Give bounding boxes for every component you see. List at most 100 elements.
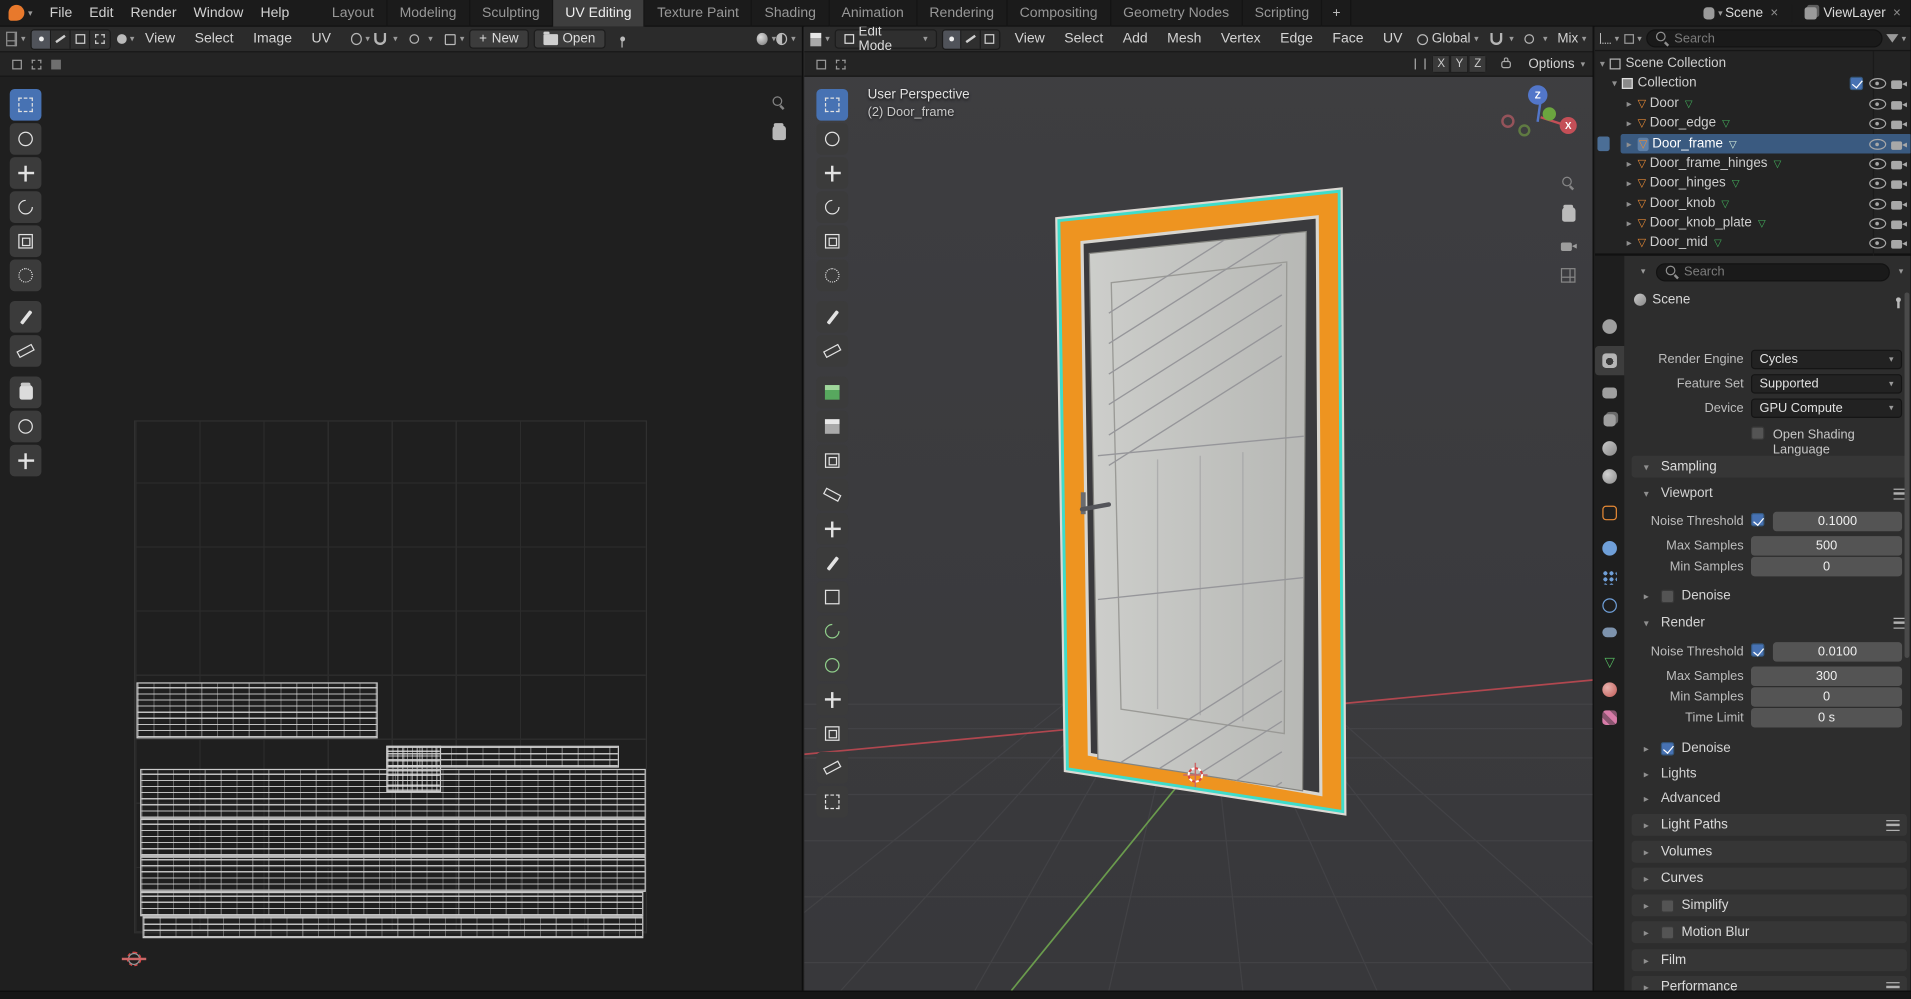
outliner-editor-type-dropdown[interactable]: ▾	[1600, 29, 1619, 48]
uv-zoom-icon[interactable]	[766, 90, 790, 114]
section-motion-blur[interactable]: ▸ Motion Blur	[1631, 921, 1907, 944]
tab-world[interactable]	[1595, 462, 1624, 491]
tab-view-layer[interactable]	[1595, 406, 1624, 435]
eye-icon[interactable]	[1869, 157, 1887, 170]
tool-measure[interactable]	[816, 335, 849, 367]
uv-pin-icon-button[interactable]	[612, 29, 631, 48]
uv-overlays-dropdown[interactable]: ▾	[776, 29, 796, 48]
menu-edit[interactable]: Edit	[81, 0, 122, 26]
workspace-tab-scripting[interactable]: Scripting	[1242, 0, 1323, 27]
outliner-display-mode-dropdown[interactable]: ▾	[1623, 29, 1642, 48]
scene-3d[interactable]	[804, 77, 1594, 991]
section-film[interactable]: ▸ Film	[1631, 949, 1907, 972]
outliner-row-door-knob-plate[interactable]: ▸ ▽ Door_knob_plate ▽	[1595, 213, 1911, 232]
uv-new-image-button[interactable]: + New	[469, 29, 529, 49]
uv-tool-grab[interactable]	[9, 376, 42, 409]
tab-tool[interactable]	[1595, 312, 1624, 341]
uv-island[interactable]	[136, 682, 378, 739]
camera-render-icon[interactable]	[1891, 157, 1907, 170]
uv-pivot-dropdown[interactable]: ▾	[350, 29, 370, 48]
uv-tool-settings-icon-1[interactable]	[7, 54, 26, 73]
tool-rip-region[interactable]	[816, 785, 849, 818]
simplify-checkbox[interactable]	[1660, 898, 1675, 913]
noise-threshold-checkbox[interactable]	[1750, 643, 1765, 657]
outliner-row-door-mid[interactable]: ▸ ▽ Door_mid ▽	[1595, 233, 1911, 252]
proportional-editing-toggle[interactable]	[1520, 29, 1539, 48]
viewlayer-name[interactable]: ViewLayer	[1823, 6, 1885, 21]
outliner-row-door-knob[interactable]: ▸ ▽ Door_knob ▽	[1595, 194, 1911, 213]
disclosure-icon[interactable]: ▸	[1622, 158, 1637, 169]
tab-object[interactable]	[1595, 498, 1624, 527]
menu-help[interactable]: Help	[252, 0, 298, 26]
menu-file[interactable]: File	[41, 0, 81, 26]
collection-checkbox[interactable]	[1849, 76, 1864, 90]
snap-toggle[interactable]	[1486, 29, 1505, 48]
uv-tool-cursor[interactable]	[9, 123, 42, 155]
vertex-select-button[interactable]	[943, 29, 962, 49]
workspace-tab-animation[interactable]: Animation	[829, 0, 918, 27]
gizmo-y-ball[interactable]	[1542, 107, 1557, 121]
tool-bevel[interactable]	[816, 478, 849, 511]
vp-menu-select[interactable]: Select	[1055, 27, 1113, 52]
menu-render[interactable]: Render	[122, 0, 185, 26]
disclosure-icon[interactable]: ▸	[1622, 177, 1637, 188]
tool-shrink-flatten[interactable]	[816, 717, 849, 750]
denoise-checkbox[interactable]	[1660, 741, 1675, 755]
workspace-tab-layout[interactable]: Layout	[320, 0, 388, 27]
uv-island-select-button[interactable]	[90, 30, 109, 48]
uv-tool-pinch[interactable]	[9, 444, 42, 477]
uv-proportional-editing-toggle[interactable]	[405, 29, 424, 48]
uv-face-select-button[interactable]	[71, 29, 91, 49]
uv-2d-cursor[interactable]	[121, 950, 147, 967]
menu-window[interactable]: Window	[185, 0, 252, 26]
section-volumes[interactable]: ▸ Volumes	[1631, 840, 1907, 863]
tab-texture[interactable]	[1595, 703, 1624, 732]
uv-island[interactable]	[140, 768, 646, 819]
proportional-falloff-dropdown[interactable]: ▾	[1543, 34, 1548, 43]
disclosure-icon[interactable]: ▸	[1622, 198, 1637, 209]
tab-material[interactable]	[1595, 675, 1624, 704]
mode-dropdown[interactable]: Edit Mode ▾	[834, 27, 938, 54]
uv-snap-dropdown[interactable]: ▾	[393, 34, 398, 43]
outliner-row-door-edge[interactable]: ▸ ▽ Door_edge ▽	[1595, 113, 1911, 132]
vp-tool-settings-icon-1[interactable]	[812, 54, 831, 73]
section-curves[interactable]: ▸ Curves	[1631, 867, 1907, 890]
uv-tool-annotate[interactable]	[9, 300, 42, 333]
properties-filter-dropdown[interactable]: ▾	[1632, 262, 1651, 281]
eye-icon[interactable]	[1869, 117, 1887, 130]
gizmo-x-neg-ball[interactable]	[1501, 114, 1515, 128]
snap-lock-icon[interactable]	[1497, 54, 1516, 73]
section-sampling[interactable]: ▾ Sampling	[1631, 455, 1907, 478]
workspace-tab-modeling[interactable]: Modeling	[387, 0, 470, 27]
vp-menu-mesh[interactable]: Mesh	[1157, 27, 1211, 52]
properties-scrollbar[interactable]	[1904, 292, 1910, 658]
preset-menu-icon[interactable]	[1886, 981, 1900, 991]
section-performance[interactable]: ▸ Performance	[1631, 976, 1907, 991]
viewport-camera-view-icon[interactable]	[1556, 233, 1580, 257]
disclosure-icon[interactable]: ▸	[1622, 138, 1637, 149]
max-samples-field[interactable]: 300	[1750, 666, 1903, 687]
workspace-tab-compositing[interactable]: Compositing	[1007, 0, 1111, 27]
uv-display-sphere-dropdown[interactable]: ▾	[756, 29, 776, 48]
eye-icon[interactable]	[1869, 77, 1887, 89]
tab-constraints[interactable]	[1595, 618, 1624, 647]
tab-modifiers[interactable]	[1595, 534, 1624, 563]
uv-menu-image[interactable]: Image	[243, 26, 301, 52]
camera-render-icon[interactable]	[1891, 116, 1907, 129]
vp-menu-vertex[interactable]: Vertex	[1211, 27, 1270, 52]
mirror-x-button[interactable]: X	[1432, 54, 1451, 74]
tab-particles[interactable]	[1595, 563, 1624, 592]
tool-shear[interactable]	[816, 751, 849, 784]
options-dropdown[interactable]: Options	[1528, 57, 1574, 72]
uv-edge-select-button[interactable]	[51, 29, 71, 49]
viewport-zoom-icon[interactable]	[1556, 171, 1580, 195]
disclosure-icon[interactable]: ▸	[1622, 98, 1637, 109]
gizmo-y-neg-ball[interactable]	[1518, 124, 1531, 137]
add-workspace-button[interactable]: +	[1323, 0, 1352, 27]
camera-render-icon[interactable]	[1891, 176, 1907, 189]
vp-menu-add[interactable]: Add	[1113, 27, 1157, 52]
eye-icon[interactable]	[1869, 236, 1887, 249]
min-samples-field[interactable]: 0	[1750, 556, 1903, 577]
scene-name[interactable]: Scene	[1725, 6, 1763, 21]
uv-island[interactable]	[140, 818, 646, 857]
